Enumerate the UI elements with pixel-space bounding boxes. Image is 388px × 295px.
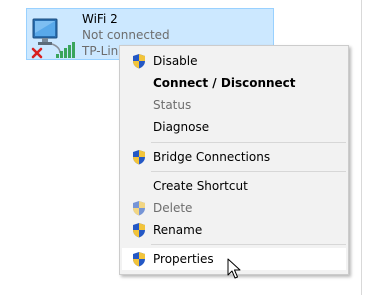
- network-adapter-icon: [31, 18, 75, 59]
- menu-item-rename[interactable]: Rename: [122, 219, 346, 241]
- menu-label: Diagnose: [153, 120, 210, 134]
- menu-item-disable[interactable]: Disable: [122, 50, 346, 72]
- window-edge: [361, 0, 362, 295]
- menu-label: Bridge Connections: [153, 150, 271, 164]
- menu-label: Status: [153, 98, 192, 112]
- menu-label: Disable: [153, 54, 198, 68]
- adapter-name: WiFi 2: [82, 12, 118, 26]
- menu-item-connect-disconnect[interactable]: Connect / Disconnect: [122, 72, 346, 94]
- menu-item-delete[interactable]: Delete: [122, 197, 346, 219]
- menu-separator: [151, 244, 346, 245]
- adapter-status: Not connected: [82, 28, 170, 42]
- mouse-pointer-icon: [227, 258, 241, 279]
- menu-separator: [151, 142, 346, 143]
- uac-shield-icon: [133, 223, 145, 238]
- red-x-icon: [31, 47, 43, 59]
- menu-item-status[interactable]: Status: [122, 94, 346, 116]
- menu-label: Rename: [153, 223, 203, 237]
- menu-label: Connect / Disconnect: [153, 76, 296, 90]
- uac-shield-icon: [133, 252, 145, 267]
- menu-item-create-shortcut[interactable]: Create Shortcut: [122, 175, 346, 197]
- menu-label: Properties: [153, 252, 214, 266]
- menu-item-diagnose[interactable]: Diagnose: [122, 116, 346, 138]
- menu-label: Create Shortcut: [153, 179, 248, 193]
- menu-item-bridge-connections[interactable]: Bridge Connections: [122, 146, 346, 168]
- uac-shield-icon: [133, 201, 145, 216]
- uac-shield-icon: [133, 150, 145, 165]
- menu-label: Delete: [153, 201, 193, 215]
- uac-shield-icon: [133, 54, 145, 69]
- context-menu: Disable Connect / Disconnect Status Diag…: [119, 45, 349, 275]
- menu-separator: [151, 171, 346, 172]
